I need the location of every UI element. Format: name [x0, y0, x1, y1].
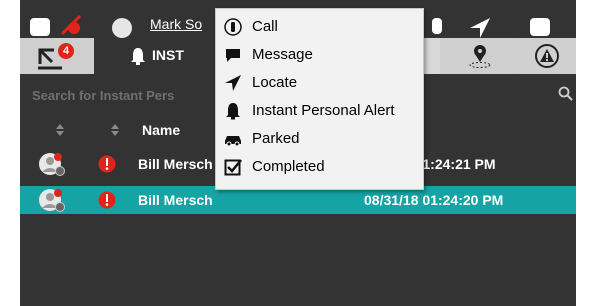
- alert-icon: [98, 191, 116, 209]
- warning-icon: [535, 44, 559, 68]
- select-checkbox[interactable]: [30, 18, 50, 36]
- tab-alerts[interactable]: 4: [20, 38, 94, 74]
- checkbox-icon: [224, 159, 242, 176]
- alert-off-icon: [60, 14, 82, 36]
- contact-name[interactable]: Mark So: [150, 16, 202, 32]
- menu-item-message[interactable]: Message: [216, 41, 423, 69]
- menu-item-label: Parked: [252, 130, 300, 147]
- menu-item-instant-personal-alert[interactable]: Instant Personal Alert: [216, 97, 423, 125]
- menu-item-parked[interactable]: Parked: [216, 125, 423, 153]
- sort-icon[interactable]: [110, 124, 120, 136]
- search-icon[interactable]: [558, 86, 574, 102]
- menu-item-locate[interactable]: Locate: [216, 69, 423, 97]
- speech-bubble-icon: [226, 49, 240, 62]
- phone-circle-icon: [224, 18, 242, 36]
- bell-icon: [131, 48, 145, 65]
- name-column-header[interactable]: Name: [142, 122, 180, 138]
- tab-label: INST: [152, 47, 184, 63]
- menu-item-label: Message: [252, 46, 313, 63]
- bell-icon[interactable]: [430, 16, 444, 38]
- menu-item-call[interactable]: Call: [216, 13, 423, 41]
- message-icon[interactable]: [530, 18, 550, 36]
- location-arrow-icon[interactable]: [468, 16, 492, 38]
- avatar: [112, 18, 132, 38]
- context-menu: Call Message Locate Instant Personal Ale…: [215, 8, 424, 190]
- row-name: Bill Mersch: [138, 192, 213, 208]
- menu-item-completed[interactable]: Completed: [216, 153, 423, 181]
- map-pin-icon: [469, 45, 491, 68]
- table-row-selected[interactable]: Bill Mersch 08/31/18 01:24:20 PM: [20, 186, 576, 214]
- menu-item-label: Completed: [252, 158, 325, 175]
- location-arrow-icon: [225, 75, 241, 91]
- menu-item-label: Call: [252, 18, 278, 35]
- menu-item-label: Locate: [252, 74, 298, 91]
- menu-item-label: Instant Personal Alert: [252, 102, 395, 119]
- avatar-alert-icon: [39, 189, 65, 212]
- sort-icon[interactable]: [55, 124, 65, 136]
- tab-warnings[interactable]: [515, 38, 576, 74]
- tab-location[interactable]: [440, 38, 515, 74]
- alert-icon: [98, 155, 116, 173]
- row-date: 08/31/18 01:24:20 PM: [364, 192, 504, 208]
- avatar-alert-icon: [39, 153, 65, 176]
- bell-icon: [226, 103, 240, 120]
- row-name: Bill Mersch: [138, 156, 213, 172]
- alert-count-badge: 4: [58, 43, 74, 59]
- car-icon: [225, 136, 241, 147]
